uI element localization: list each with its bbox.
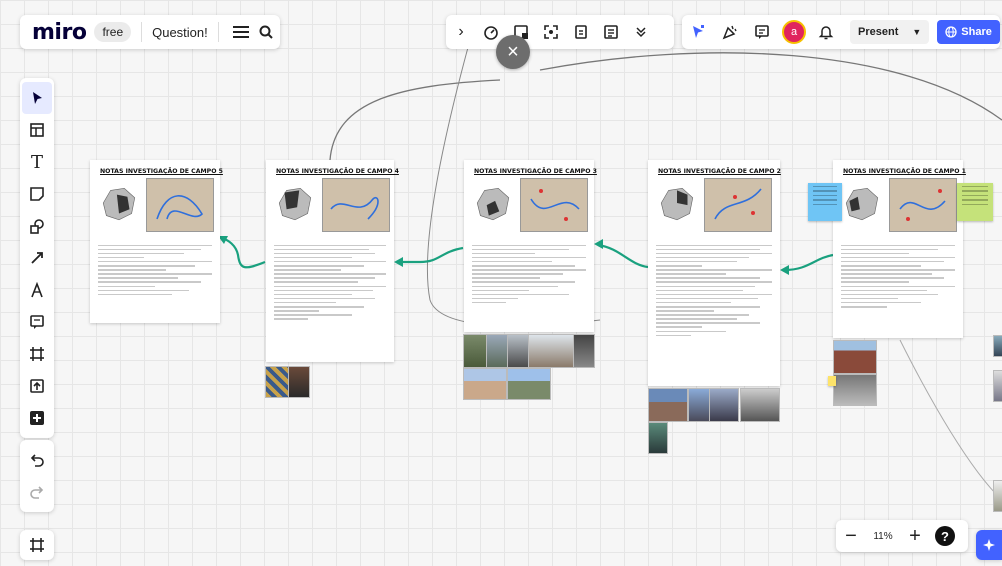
share-label: Share	[961, 26, 992, 38]
present-label: Present	[858, 26, 899, 38]
photo[interactable]	[740, 388, 780, 422]
help-icon: ?	[935, 526, 955, 546]
region-map	[102, 187, 136, 221]
chevron-right-icon[interactable]: ›	[446, 17, 476, 47]
frame-title: NOTAS INVESTIGAÇÃO DE CAMPO 1	[843, 168, 966, 175]
frame-icon[interactable]	[20, 338, 54, 370]
field-notes-3[interactable]: NOTAS INVESTIGAÇÃO DE CAMPO 3	[464, 160, 597, 332]
text-icon[interactable]: T	[20, 146, 54, 178]
photo[interactable]	[463, 334, 487, 368]
photo[interactable]	[833, 340, 877, 374]
zoom-controls: − 11% + ?	[836, 520, 968, 552]
photo[interactable]	[993, 480, 1002, 512]
photo[interactable]	[648, 422, 668, 454]
celebrate-icon[interactable]	[714, 17, 746, 47]
card-icon[interactable]	[566, 17, 596, 47]
share-button[interactable]: Share	[937, 20, 1000, 44]
connection-line-icon[interactable]	[20, 242, 54, 274]
sticky-note-icon[interactable]	[20, 178, 54, 210]
cursor-flag-icon[interactable]	[682, 17, 714, 47]
field-notes-1[interactable]: NOTAS INVESTIGAÇÃO DE CAMPO 1	[833, 160, 966, 338]
field-notes-5[interactable]: NOTAS INVESTIGAÇÃO DE CAMPO 5	[90, 160, 223, 323]
photo[interactable]	[993, 370, 1002, 402]
upload-icon[interactable]	[20, 370, 54, 402]
zoom-level[interactable]: 11%	[866, 531, 900, 542]
help-button[interactable]: ?	[930, 521, 960, 551]
frames-panel-icon[interactable]	[20, 530, 54, 560]
menu-icon[interactable]	[229, 20, 253, 44]
comment-icon[interactable]	[20, 306, 54, 338]
region-map	[845, 187, 879, 221]
sticky-note[interactable]	[828, 376, 836, 386]
photo[interactable]	[573, 334, 595, 368]
sticky-note[interactable]	[808, 183, 842, 221]
route-map	[520, 178, 588, 232]
photo[interactable]	[709, 388, 739, 422]
pen-icon[interactable]	[20, 274, 54, 306]
notes-text	[656, 242, 772, 339]
redo-icon[interactable]	[20, 476, 54, 508]
region-map	[278, 187, 312, 221]
photo[interactable]	[507, 334, 529, 368]
search-icon[interactable]	[252, 20, 280, 44]
frame-title: NOTAS INVESTIGAÇÃO DE CAMPO 3	[474, 168, 597, 175]
field-notes-4[interactable]: NOTAS INVESTIGAÇÃO DE CAMPO 4	[266, 160, 399, 362]
photo[interactable]	[688, 388, 710, 422]
board-header: miro free Question!	[20, 15, 280, 49]
chevrons-down-icon[interactable]	[626, 17, 656, 47]
frame-focus-icon[interactable]	[536, 17, 566, 47]
notes-text	[472, 242, 586, 306]
ai-assist-button[interactable]	[976, 530, 1002, 560]
undo-icon[interactable]	[20, 444, 54, 476]
globe-icon	[945, 26, 957, 38]
avatar-initial: a	[782, 20, 806, 44]
zoom-out-button[interactable]: −	[836, 521, 866, 551]
route-map	[704, 178, 772, 232]
photo[interactable]	[833, 374, 877, 406]
creation-toolbar: T	[20, 78, 54, 438]
frame-title: NOTAS INVESTIGAÇÃO DE CAMPO 4	[276, 168, 399, 175]
notes-text	[98, 242, 212, 298]
notes-text	[274, 242, 386, 322]
photo[interactable]	[507, 368, 551, 400]
zoom-in-button[interactable]: +	[900, 521, 930, 551]
document-icon[interactable]	[596, 17, 626, 47]
select-cursor-icon[interactable]	[22, 82, 52, 114]
shapes-icon[interactable]	[20, 210, 54, 242]
photo[interactable]	[463, 368, 507, 400]
present-button[interactable]: Present ▼	[850, 20, 930, 44]
photo[interactable]	[648, 388, 688, 422]
route-map	[322, 178, 390, 232]
comment-icon[interactable]	[746, 17, 778, 47]
sticky-note[interactable]	[957, 183, 993, 221]
region-map	[476, 187, 510, 221]
avatar[interactable]: a	[778, 17, 810, 47]
photo[interactable]	[288, 366, 310, 398]
templates-icon[interactable]	[20, 114, 54, 146]
notes-text	[841, 242, 955, 310]
frame-title: NOTAS INVESTIGAÇÃO DE CAMPO 5	[100, 168, 223, 175]
photo[interactable]	[265, 366, 289, 398]
photo[interactable]	[486, 334, 508, 368]
history-toolbar	[20, 440, 54, 512]
photo[interactable]	[993, 335, 1002, 357]
region-map	[660, 187, 694, 221]
chevron-down-icon[interactable]: ▼	[912, 27, 921, 37]
top-toolbar: ›	[446, 15, 674, 49]
close-icon[interactable]: ×	[496, 35, 530, 69]
board-name[interactable]: Question!	[152, 25, 208, 40]
route-map	[146, 178, 214, 232]
frame-title: NOTAS INVESTIGAÇÃO DE CAMPO 2	[658, 168, 781, 175]
photo[interactable]	[528, 334, 574, 368]
bell-icon[interactable]	[810, 17, 842, 47]
more-apps-icon[interactable]	[20, 402, 54, 434]
collaboration-toolbar: a Present ▼ Share	[682, 15, 1000, 49]
miro-logo[interactable]: miro	[32, 20, 87, 45]
plan-badge[interactable]: free	[94, 22, 132, 42]
route-map	[889, 178, 957, 232]
field-notes-2[interactable]: NOTAS INVESTIGAÇÃO DE CAMPO 2	[648, 160, 781, 386]
